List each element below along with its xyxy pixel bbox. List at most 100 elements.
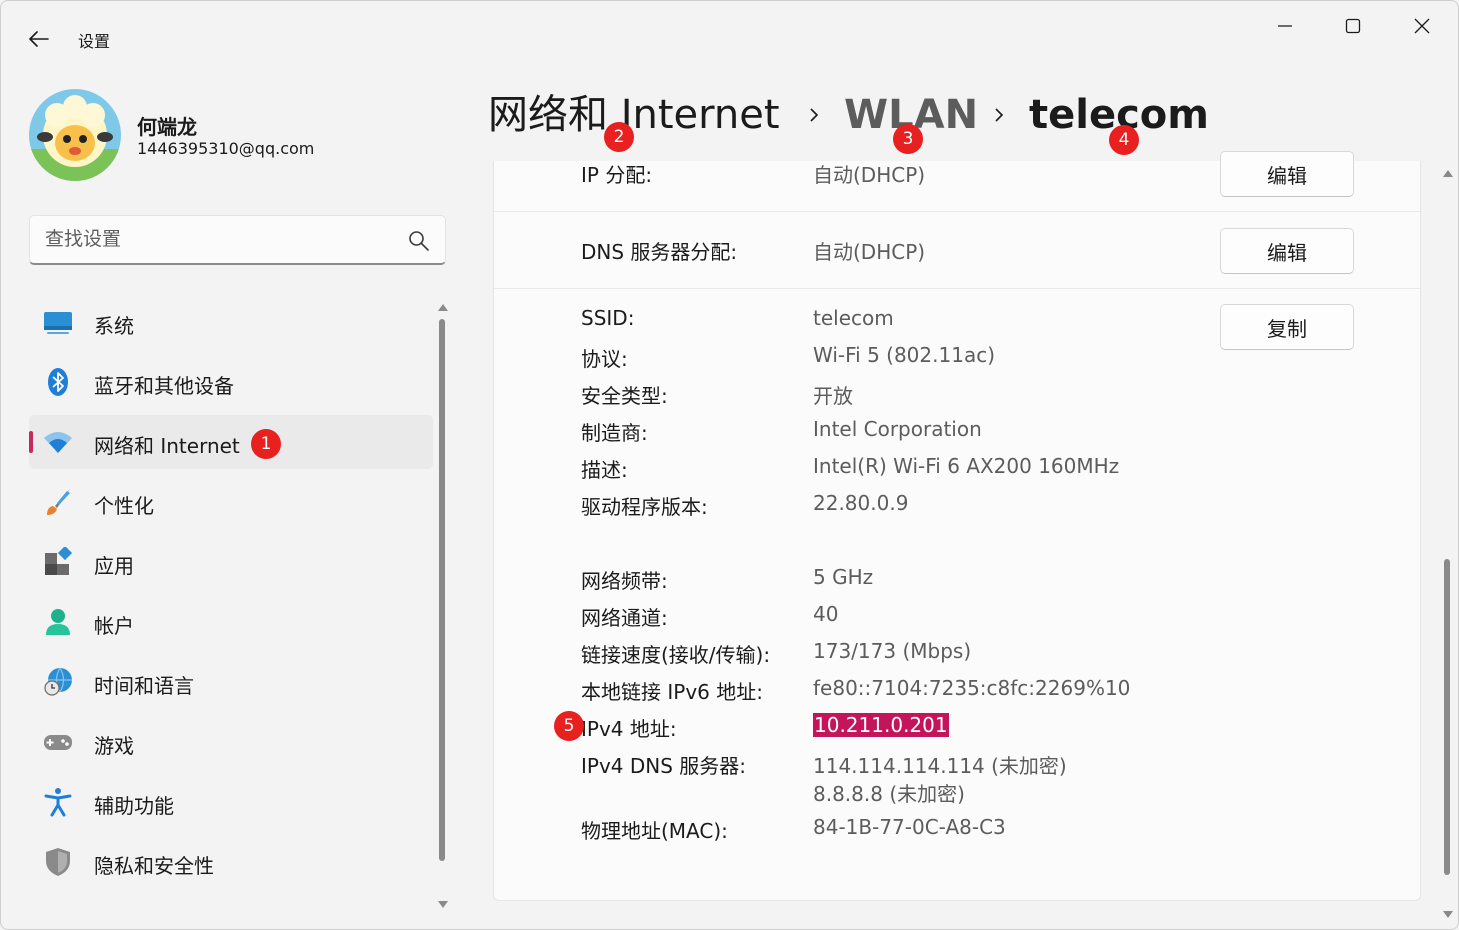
scroll-up-icon[interactable] bbox=[1442, 167, 1454, 179]
content-scroll-thumb[interactable] bbox=[1444, 559, 1450, 875]
sidebar-item-label: 系统 bbox=[94, 314, 134, 338]
sidebar-item-label: 网络和 Internet bbox=[94, 434, 240, 458]
close-button[interactable] bbox=[1388, 5, 1456, 47]
sidebar-scrollbar[interactable] bbox=[437, 301, 449, 913]
ipv4-dns-label: IPv4 DNS 服务器: bbox=[581, 754, 747, 778]
security-type-label: 安全类型: bbox=[581, 384, 668, 408]
mac-address-value: 84-1B-77-0C-A8-C3 bbox=[813, 815, 1006, 839]
ipv4-address-label: IPv4 地址: bbox=[581, 717, 677, 741]
ipv6-address-value: fe80::7104:7235:c8fc:2269%10 bbox=[813, 676, 1131, 700]
chevron-right-icon bbox=[810, 108, 819, 122]
sidebar-item-apps[interactable]: 应用 bbox=[29, 535, 433, 589]
accessibility-icon bbox=[44, 788, 72, 817]
sidebar-item-bluetooth[interactable]: 蓝牙和其他设备 bbox=[29, 355, 433, 409]
network-band-label: 网络频带: bbox=[581, 569, 668, 593]
sidebar-item-label: 隐私和安全性 bbox=[94, 854, 214, 878]
sidebar-item-label: 蓝牙和其他设备 bbox=[94, 374, 234, 398]
sidebar-item-label: 帐户 bbox=[94, 614, 134, 638]
copy-button[interactable]: 复制 bbox=[1220, 304, 1354, 350]
sidebar-item-time-language[interactable]: 时间和语言 bbox=[29, 655, 433, 709]
chevron-right-icon bbox=[995, 108, 1004, 122]
close-icon bbox=[1414, 18, 1430, 34]
back-button[interactable] bbox=[19, 21, 59, 57]
wifi-properties-card: IP 分配: 自动(DHCP) 编辑 DNS 服务器分配: 自动(DHCP) 编… bbox=[493, 151, 1421, 901]
network-channel-value: 40 bbox=[813, 602, 839, 626]
profile-email: 1446395310@qq.com bbox=[137, 139, 315, 158]
gamepad-icon bbox=[44, 735, 72, 750]
network-band-value: 5 GHz bbox=[813, 565, 874, 589]
description-value: Intel(R) Wi-Fi 6 AX200 160MHz bbox=[813, 454, 1120, 478]
apps-icon bbox=[45, 547, 73, 575]
sidebar-item-gaming[interactable]: 游戏 bbox=[29, 715, 433, 769]
link-speed-value: 173/173 (Mbps) bbox=[813, 639, 972, 663]
ipv6-address-label: 本地链接 IPv6 地址: bbox=[581, 680, 763, 704]
manufacturer-label: 制造商: bbox=[581, 421, 648, 445]
sidebar-item-system[interactable]: 系统 bbox=[29, 295, 433, 349]
ipv4-address-value[interactable]: 10.211.0.201 bbox=[813, 713, 949, 737]
sidebar-item-accounts[interactable]: 帐户 bbox=[29, 595, 433, 649]
search-input[interactable] bbox=[30, 216, 400, 262]
row-divider bbox=[494, 288, 1420, 289]
driver-version-value: 22.80.0.9 bbox=[813, 491, 909, 515]
ip-assignment-label: IP 分配: bbox=[581, 163, 653, 187]
description-label: 描述: bbox=[581, 458, 628, 482]
sidebar-item-personalization[interactable]: 个性化 bbox=[29, 475, 433, 529]
sidebar-item-label: 辅助功能 bbox=[94, 794, 174, 818]
ipv4-dns-value-1: 114.114.114.114 (未加密) bbox=[813, 754, 1067, 778]
security-type-value: 开放 bbox=[813, 384, 853, 408]
sidebar-item-privacy[interactable]: 隐私和安全性 bbox=[29, 835, 433, 889]
protocol-value: Wi-Fi 5 (802.11ac) bbox=[813, 343, 995, 367]
settings-window: 设置 何端龙 1446395310@qq.com 查找设置 系统 蓝牙和其他设备… bbox=[0, 0, 1459, 930]
row-divider bbox=[494, 211, 1420, 212]
link-speed-label: 链接速度(接收/传输): bbox=[581, 643, 771, 667]
sidebar-item-label: 应用 bbox=[94, 554, 134, 578]
monitor-icon bbox=[44, 312, 72, 334]
annotation-badge-5: 5 bbox=[554, 711, 584, 741]
edit-ip-button[interactable]: 编辑 bbox=[1220, 151, 1354, 197]
dns-assignment-value: 自动(DHCP) bbox=[813, 240, 926, 264]
driver-version-label: 驱动程序版本: bbox=[581, 495, 708, 519]
paintbrush-icon bbox=[47, 489, 70, 515]
app-title: 设置 bbox=[78, 32, 111, 51]
protocol-label: 协议: bbox=[581, 347, 628, 371]
ip-assignment-value: 自动(DHCP) bbox=[813, 163, 926, 187]
sidebar-scroll-thumb[interactable] bbox=[439, 319, 445, 861]
annotation-badge-1: 1 bbox=[251, 429, 281, 459]
sidebar-item-network[interactable]: 网络和 Internet bbox=[29, 415, 433, 469]
ssid-label: SSID: bbox=[581, 306, 635, 330]
network-channel-label: 网络通道: bbox=[581, 606, 668, 630]
avatar-sheep-icon bbox=[29, 89, 121, 181]
mac-address-label: 物理地址(MAC): bbox=[581, 819, 728, 843]
manufacturer-value: Intel Corporation bbox=[813, 417, 982, 441]
ssid-value: telecom bbox=[813, 306, 894, 330]
breadcrumb-network[interactable]: 网络和 Internet bbox=[488, 89, 780, 141]
bluetooth-icon bbox=[48, 368, 68, 396]
person-icon bbox=[46, 609, 70, 635]
dns-assignment-label: DNS 服务器分配: bbox=[581, 240, 738, 264]
globe-clock-icon bbox=[44, 667, 72, 696]
selection-indicator bbox=[29, 431, 33, 453]
search-box[interactable] bbox=[29, 215, 446, 265]
wifi-icon bbox=[44, 432, 72, 453]
search-icon[interactable] bbox=[408, 230, 430, 252]
maximize-icon bbox=[1345, 18, 1361, 34]
shield-icon bbox=[46, 848, 70, 876]
title-bar: 设置 bbox=[1, 1, 1458, 71]
minimize-icon bbox=[1278, 25, 1292, 27]
ipv4-dns-value-2: 8.8.8.8 (未加密) bbox=[813, 782, 965, 806]
edit-dns-button[interactable]: 编辑 bbox=[1220, 228, 1354, 274]
content-scrollbar[interactable] bbox=[1441, 163, 1455, 923]
scroll-down-icon[interactable] bbox=[1442, 909, 1454, 921]
minimize-button[interactable] bbox=[1251, 5, 1319, 47]
avatar[interactable] bbox=[29, 89, 121, 181]
scroll-up-icon[interactable] bbox=[437, 301, 449, 313]
sidebar-item-label: 时间和语言 bbox=[94, 674, 194, 698]
back-arrow-icon bbox=[29, 31, 49, 47]
sidebar-item-accessibility[interactable]: 辅助功能 bbox=[29, 775, 433, 829]
maximize-button[interactable] bbox=[1319, 5, 1387, 47]
sidebar-item-label: 个性化 bbox=[94, 494, 154, 518]
scroll-down-icon[interactable] bbox=[437, 899, 449, 911]
annotation-badge-3: 3 bbox=[893, 124, 923, 154]
annotation-badge-4: 4 bbox=[1109, 125, 1139, 155]
annotation-badge-2: 2 bbox=[604, 122, 634, 152]
